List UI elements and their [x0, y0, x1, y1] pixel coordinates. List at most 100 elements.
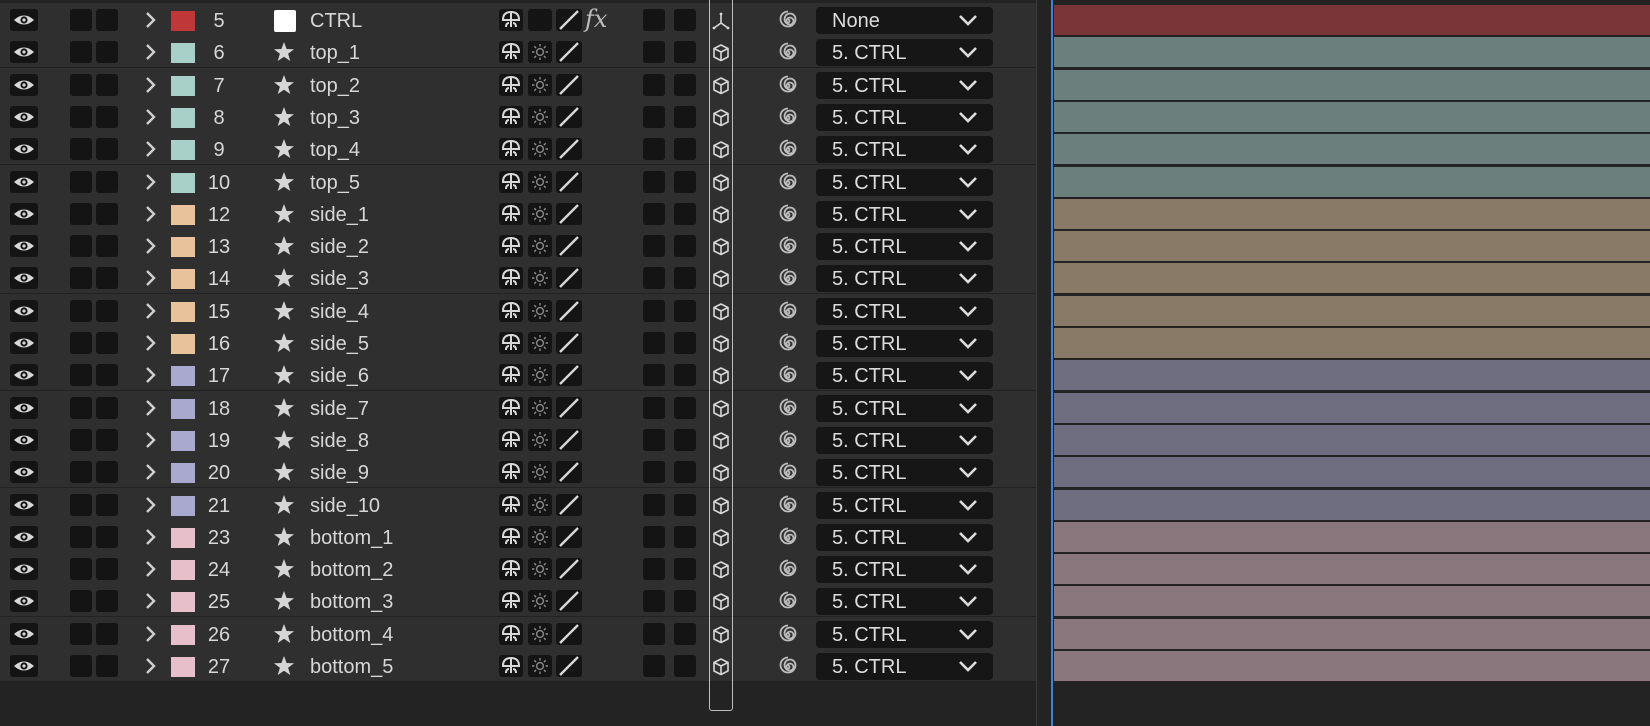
shy-icon[interactable]	[499, 558, 523, 581]
eye-icon[interactable]	[9, 41, 39, 64]
solo-toggle[interactable]	[96, 105, 118, 128]
layer-duration-bar[interactable]	[1054, 231, 1650, 262]
adjustment-layer-toggle[interactable]	[674, 428, 696, 451]
layer-duration-bar[interactable]	[1054, 457, 1650, 488]
layer-name[interactable]: side_4	[310, 300, 369, 324]
label-color-swatch[interactable]	[171, 463, 195, 484]
adjustment-layer-toggle[interactable]	[674, 396, 696, 419]
layer-duration-bar[interactable]	[1054, 5, 1650, 35]
layer-row[interactable]: 8 top_3 5. CTRL	[0, 99, 1650, 134]
adjustment-layer-toggle[interactable]	[674, 9, 696, 31]
eye-icon[interactable]	[9, 9, 39, 31]
eye-icon[interactable]	[9, 558, 39, 581]
slash-icon[interactable]	[556, 396, 582, 419]
audio-toggle[interactable]	[70, 170, 92, 193]
axis-icon[interactable]	[710, 10, 732, 32]
eye-icon[interactable]	[9, 170, 39, 193]
layer-duration-bar[interactable]	[1054, 360, 1650, 391]
cube-icon[interactable]	[710, 107, 732, 129]
label-color-swatch[interactable]	[171, 43, 195, 64]
sun-icon[interactable]	[528, 428, 552, 451]
sun-icon[interactable]	[528, 590, 552, 613]
motion-blur-toggle[interactable]	[643, 202, 665, 225]
layer-row[interactable]: 7 top_2 5. CTRL	[0, 67, 1650, 102]
layer-duration-bar[interactable]	[1054, 37, 1650, 68]
solo-toggle[interactable]	[96, 41, 118, 64]
layer-duration-bar[interactable]	[1054, 101, 1650, 132]
layer-duration-bar[interactable]	[1054, 521, 1650, 552]
audio-toggle[interactable]	[70, 235, 92, 258]
collapse-toggle[interactable]	[528, 9, 552, 31]
shy-icon[interactable]	[499, 299, 523, 322]
chevron-right-icon[interactable]	[144, 625, 158, 643]
solo-toggle[interactable]	[96, 202, 118, 225]
adjustment-layer-toggle[interactable]	[674, 235, 696, 258]
cube-icon[interactable]	[710, 301, 732, 323]
slash-icon[interactable]	[556, 105, 582, 128]
layer-duration-bar[interactable]	[1054, 651, 1650, 681]
sun-icon[interactable]	[528, 332, 552, 354]
adjustment-layer-toggle[interactable]	[674, 138, 696, 161]
motion-blur-toggle[interactable]	[643, 428, 665, 451]
sun-icon[interactable]	[528, 73, 552, 96]
eye-icon[interactable]	[9, 622, 39, 645]
chevron-right-icon[interactable]	[144, 657, 158, 675]
motion-blur-toggle[interactable]	[643, 105, 665, 128]
spiral-icon[interactable]	[776, 461, 800, 485]
layer-name[interactable]: side_5	[310, 332, 369, 356]
cube-icon[interactable]	[710, 42, 732, 64]
slash-icon[interactable]	[556, 138, 582, 161]
chevron-right-icon[interactable]	[144, 463, 158, 481]
layer-row[interactable]: 12 side_1 5. CTRL	[0, 196, 1650, 231]
fx-icon[interactable]: fx	[585, 5, 607, 33]
spiral-icon[interactable]	[776, 203, 800, 227]
audio-toggle[interactable]	[70, 622, 92, 645]
solo-toggle[interactable]	[96, 428, 118, 451]
eye-icon[interactable]	[9, 655, 39, 677]
label-color-swatch[interactable]	[171, 204, 195, 225]
layer-row[interactable]: 15 side_4 5. CTRL	[0, 293, 1650, 328]
chevron-right-icon[interactable]	[144, 334, 158, 352]
motion-blur-toggle[interactable]	[643, 332, 665, 354]
adjustment-layer-toggle[interactable]	[674, 267, 696, 290]
sun-icon[interactable]	[528, 396, 552, 419]
shy-icon[interactable]	[499, 267, 523, 290]
spiral-icon[interactable]	[776, 74, 800, 98]
eye-icon[interactable]	[9, 493, 39, 516]
layer-row[interactable]: 16 side_5 5. CTRL	[0, 326, 1650, 360]
layer-name[interactable]: top_1	[310, 41, 360, 65]
label-color-swatch[interactable]	[171, 592, 195, 613]
chevron-right-icon[interactable]	[144, 560, 158, 578]
shy-icon[interactable]	[499, 493, 523, 516]
solo-toggle[interactable]	[96, 9, 118, 31]
spiral-icon[interactable]	[776, 494, 800, 518]
motion-blur-toggle[interactable]	[643, 73, 665, 96]
motion-blur-toggle[interactable]	[643, 590, 665, 613]
spiral-icon[interactable]	[776, 364, 800, 388]
sun-icon[interactable]	[528, 493, 552, 516]
label-color-swatch[interactable]	[171, 624, 195, 645]
parent-dropdown[interactable]: 5. CTRL	[816, 426, 993, 454]
parent-dropdown[interactable]: 5. CTRL	[816, 330, 993, 357]
motion-blur-toggle[interactable]	[643, 9, 665, 31]
slash-icon[interactable]	[556, 267, 582, 290]
shy-icon[interactable]	[499, 332, 523, 354]
slash-icon[interactable]	[556, 9, 582, 31]
solo-toggle[interactable]	[96, 170, 118, 193]
parent-dropdown[interactable]: 5. CTRL	[816, 297, 993, 325]
sun-icon[interactable]	[528, 105, 552, 128]
solo-toggle[interactable]	[96, 299, 118, 322]
motion-blur-toggle[interactable]	[643, 235, 665, 258]
motion-blur-toggle[interactable]	[643, 461, 665, 484]
slash-icon[interactable]	[556, 461, 582, 484]
parent-dropdown[interactable]: 5. CTRL	[816, 459, 993, 487]
chevron-right-icon[interactable]	[144, 528, 158, 546]
spiral-icon[interactable]	[776, 623, 800, 647]
eye-icon[interactable]	[9, 461, 39, 484]
parent-dropdown[interactable]: 5. CTRL	[816, 394, 993, 422]
layer-name[interactable]: CTRL	[310, 9, 362, 33]
cube-icon[interactable]	[710, 139, 732, 161]
layer-duration-bar[interactable]	[1054, 295, 1650, 326]
eye-icon[interactable]	[9, 428, 39, 451]
spiral-icon[interactable]	[776, 526, 800, 550]
